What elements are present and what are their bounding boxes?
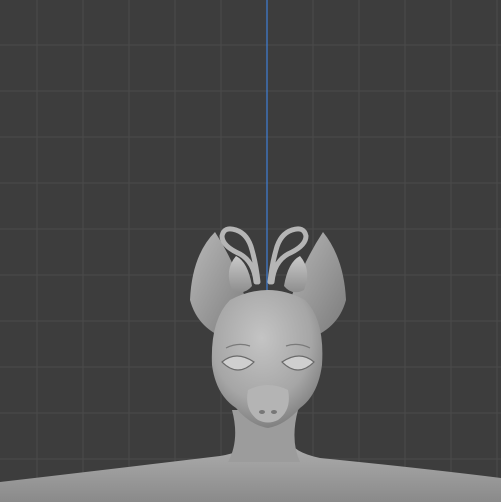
left-nostril <box>259 410 265 414</box>
right-nostril <box>271 410 277 414</box>
sculpted-model[interactable] <box>0 226 501 502</box>
right-horn-base <box>284 256 308 293</box>
viewport-canvas[interactable] <box>0 0 501 502</box>
3d-viewport[interactable] <box>0 0 501 502</box>
